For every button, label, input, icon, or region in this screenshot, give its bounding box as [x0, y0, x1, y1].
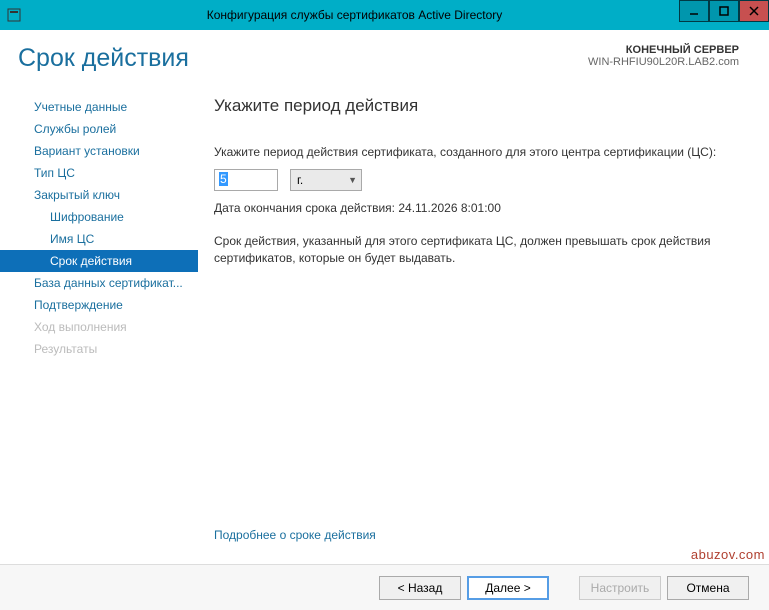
configure-button: Настроить — [579, 576, 661, 600]
expiry-date-text: Дата окончания срока действия: 24.11.202… — [214, 201, 741, 215]
server-info: КОНЕЧНЫЙ СЕРВЕР WIN-RHFIU90L20R.LAB2.com — [588, 44, 739, 68]
server-label: КОНЕЧНЫЙ СЕРВЕР — [588, 44, 739, 56]
sidebar-item-5[interactable]: Шифрование — [0, 206, 198, 228]
app-icon — [6, 7, 22, 23]
sidebar-item-0[interactable]: Учетные данные — [0, 96, 198, 118]
window-titlebar: Конфигурация службы сертификатов Active … — [0, 0, 769, 30]
minimize-button[interactable] — [679, 0, 709, 22]
panel-heading: Укажите период действия — [214, 96, 741, 116]
sidebar-item-2[interactable]: Вариант установки — [0, 140, 198, 162]
sidebar-item-7[interactable]: Срок действия — [0, 250, 198, 272]
wizard-footer: < Назад Далее > Настроить Отмена — [0, 564, 769, 610]
sidebar-item-1[interactable]: Службы ролей — [0, 118, 198, 140]
validity-unit-select[interactable]: г. ▼ — [290, 169, 362, 191]
cancel-button[interactable]: Отмена — [667, 576, 749, 600]
page-title: Срок действия — [18, 44, 189, 73]
more-info-link[interactable]: Подробнее о сроке действия — [214, 528, 741, 554]
watermark: abuzov.com — [691, 547, 765, 562]
sidebar-item-11: Результаты — [0, 338, 198, 360]
chevron-down-icon: ▼ — [348, 175, 357, 185]
sidebar-item-6[interactable]: Имя ЦС — [0, 228, 198, 250]
server-name: WIN-RHFIU90L20R.LAB2.com — [588, 56, 739, 68]
next-button[interactable]: Далее > — [467, 576, 549, 600]
sidebar-item-3[interactable]: Тип ЦС — [0, 162, 198, 184]
sidebar-item-9[interactable]: Подтверждение — [0, 294, 198, 316]
back-button[interactable]: < Назад — [379, 576, 461, 600]
maximize-button[interactable] — [709, 0, 739, 22]
validity-description: Срок действия, указанный для этого серти… — [214, 233, 741, 267]
sidebar-item-4[interactable]: Закрытый ключ — [0, 184, 198, 206]
validity-prompt: Укажите период действия сертификата, соз… — [214, 144, 741, 161]
sidebar-item-10: Ход выполнения — [0, 316, 198, 338]
main-panel: Укажите период действия Укажите период д… — [198, 78, 769, 564]
validity-unit-value: г. — [297, 173, 303, 187]
window-title: Конфигурация службы сертификатов Active … — [30, 8, 769, 22]
validity-period-input[interactable]: 5 — [214, 169, 278, 191]
close-button[interactable] — [739, 0, 769, 22]
sidebar-item-8[interactable]: База данных сертификат... — [0, 272, 198, 294]
sidebar: Учетные данныеСлужбы ролейВариант устано… — [0, 78, 198, 564]
